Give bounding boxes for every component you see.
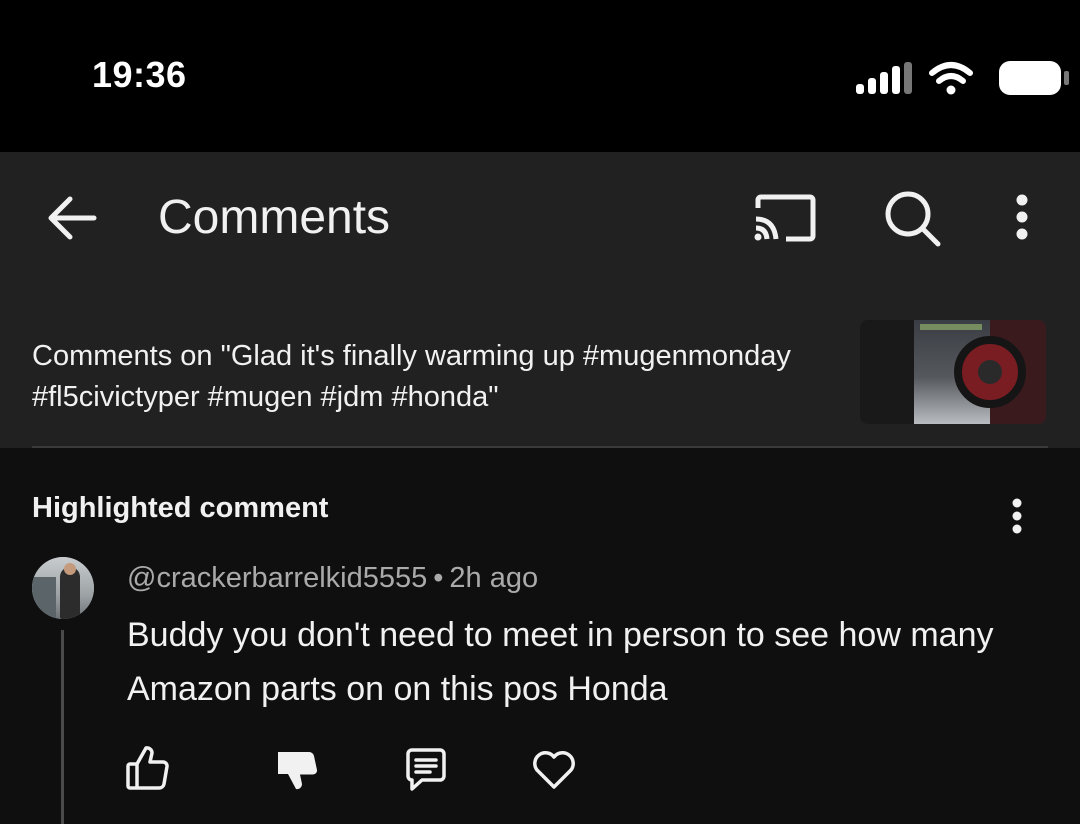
comment-time: 2h ago [449,562,539,594]
divider [32,446,1048,448]
comment-actions [0,740,1080,800]
status-time: 19:36 [92,54,187,95]
meta-separator: • [433,562,444,594]
dislike-icon[interactable] [268,740,324,796]
video-comments-title: Comments on "Glad it's finally warming u… [32,340,791,413]
thumbnail-caption [920,324,982,330]
status-bar: 19:36 [0,0,1080,152]
comment-body: Buddy you don't need to meet in person t… [127,616,994,708]
wifi-icon [929,62,973,95]
avatar[interactable] [32,557,94,619]
back-arrow-icon[interactable] [40,186,104,250]
signal-icon [856,62,912,94]
page-title: Comments [158,191,391,244]
thumbnail-hub [978,360,1002,384]
video-info-header[interactable]: Comments on "Glad it's finally warming u… [0,300,1080,448]
reply-icon[interactable] [398,740,454,796]
avatar-detail [32,577,56,619]
highlighted-comment-label: Highlighted comment [32,492,329,524]
more-vertical-icon[interactable] [998,186,1046,250]
app-bar: Comments [0,152,1080,300]
comment-more-icon[interactable] [1000,494,1034,538]
thumbnail-segment [860,320,914,424]
comment-meta: @crackerbarrelkid5555 • 2h ago [127,562,538,595]
battery-icon [999,61,1069,95]
like-icon[interactable] [118,740,174,796]
search-icon[interactable] [876,182,948,254]
heart-icon[interactable] [526,740,582,796]
avatar-detail [64,563,76,575]
cast-icon[interactable] [748,186,820,250]
video-thumbnail[interactable] [860,320,1046,424]
comment-author[interactable]: @crackerbarrelkid5555 [127,562,427,594]
